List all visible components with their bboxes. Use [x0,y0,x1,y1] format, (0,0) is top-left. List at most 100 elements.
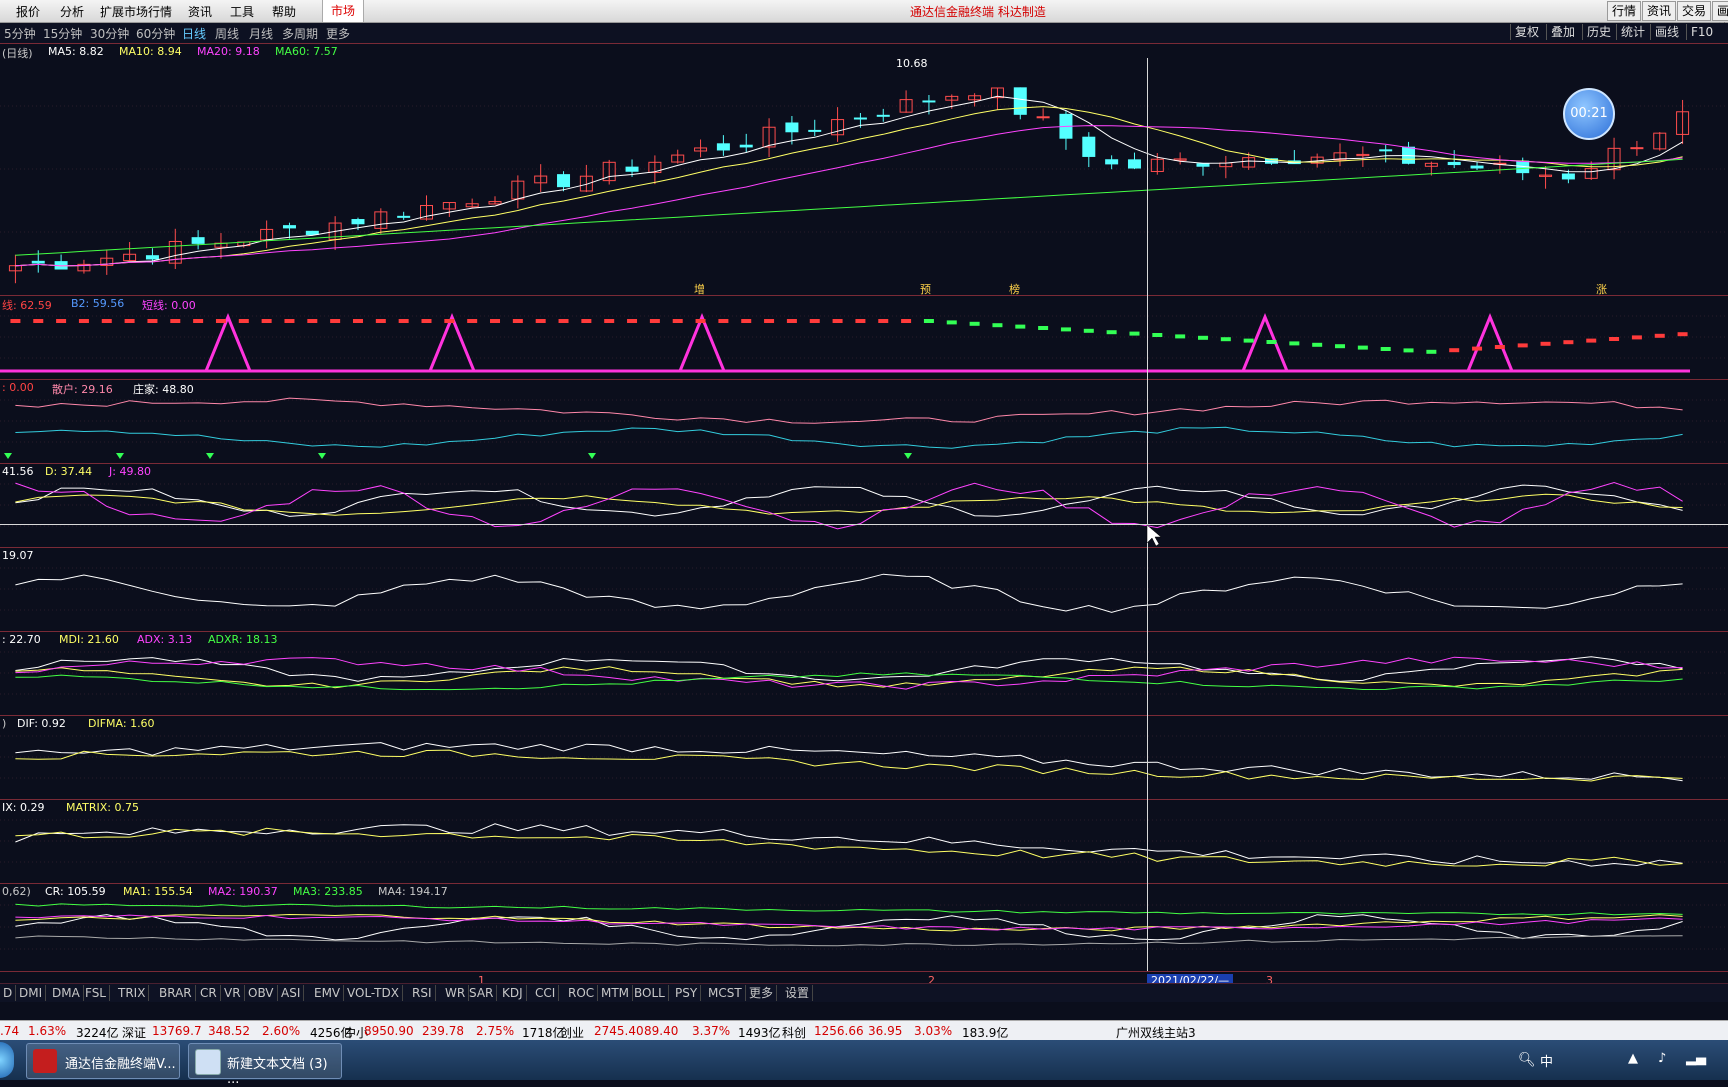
status-item: 2.60% [262,1024,301,1038]
period-tab[interactable]: 多周期 [282,25,318,42]
buy-arrow [318,453,326,459]
indicator-tab[interactable]: CR [197,985,221,1001]
period-tab[interactable]: 更多 [326,25,350,42]
menu-item[interactable]: 帮助 [272,3,296,20]
indicator-tab[interactable]: CCI [532,985,560,1001]
trix-line [15,823,1683,867]
period-right-button[interactable]: 统计 [1616,24,1649,40]
window-title: 通达信金融终端 科达制造 [910,5,1046,19]
menu-item[interactable]: 工具 [230,3,254,20]
period-right-button[interactable]: 叠加 [1546,24,1579,40]
candle-body [557,174,571,188]
ime-indicator[interactable]: 中 [1540,1051,1553,1070]
indicator-tab[interactable]: 更多 [746,985,778,1001]
trend-dash [56,319,67,323]
trend-dash [1517,343,1528,348]
menu-right-button[interactable]: 行情 [1607,1,1642,21]
period-right-button[interactable]: 历史 [1582,24,1615,40]
period-right-button[interactable]: 画线 [1650,24,1683,40]
network-icon[interactable]: ▲ [1628,1051,1638,1066]
period-right-button[interactable]: 复权 [1510,24,1543,40]
indicator-tab[interactable]: RSI [409,985,436,1001]
trend-dash [695,319,706,323]
trend-dash [1152,333,1163,337]
menu-right-button[interactable]: 画线 [1712,1,1728,36]
trend-dash [1197,335,1208,340]
menu-item[interactable]: 资讯 [188,3,212,20]
period-tab[interactable]: 60分钟 [136,25,175,42]
trend-dash [1038,326,1049,330]
trend-dash [672,319,683,323]
indicator-tab[interactable]: MCST [705,985,746,1001]
candle-body [876,114,890,117]
candle-body [1127,159,1141,169]
trend-dash [261,319,272,323]
period-tab[interactable]: 日线 [182,25,206,42]
menu-right-button[interactable]: 交易 [1677,1,1712,21]
windows-taskbar: 通达信金融终端V... 新建文本文档 (3) ... 🔍︎ 中 ▲ ♪ ▂▄ [0,1040,1728,1087]
trend-dash [1312,342,1323,347]
candle-body [1379,149,1393,152]
period-tab[interactable]: 月线 [249,25,273,42]
indicator-tab[interactable]: FSL [82,985,110,1001]
indicator-tab[interactable]: TRIX [115,985,150,1001]
indicator-tab[interactable]: MTM [598,985,634,1001]
period-right-button[interactable]: F10 [1686,24,1717,40]
indicator-tab[interactable]: PSY [672,985,702,1001]
period-tab[interactable]: 周线 [215,25,239,42]
menu-item[interactable]: 分析 [60,3,84,20]
period-tab[interactable]: 15分钟 [43,25,82,42]
taskbar-item-tdx[interactable]: 通达信金融终端V... [26,1043,180,1079]
signal-icon[interactable]: ▂▄ [1686,1051,1706,1066]
menu-right-button[interactable]: 资讯 [1642,1,1677,21]
trend-dash [1449,348,1460,353]
market-button[interactable]: 市场 [322,0,365,22]
trend-dash [238,319,249,323]
indicator-tab[interactable]: EMV [311,985,345,1001]
trend-dash [1015,324,1026,329]
indicator-tab[interactable]: VOL-TDX [344,985,403,1001]
buy-arrow [588,453,596,459]
candle-body [1082,136,1096,157]
indicator-tab[interactable]: OBV [245,985,278,1001]
tdx-app-icon [33,1049,57,1073]
buy-arrow [904,453,912,459]
menu-item[interactable]: 报价 [16,3,40,20]
trend-dash [627,319,638,323]
trend-dash [764,319,775,323]
indicator-tab[interactable]: VR [221,985,245,1001]
indicator-tab[interactable]: ASI [278,985,305,1001]
candle-body [739,144,753,148]
trend-dash [444,319,455,323]
kline-chart-area[interactable] [0,43,1728,983]
search-icon[interactable]: 🔍︎ [1518,1052,1536,1068]
volume-icon[interactable]: ♪ [1658,1051,1666,1066]
candle-body [1105,159,1119,165]
indicator-tab[interactable]: DMA [49,985,84,1001]
short-line-spike [678,313,726,372]
status-item: 创业 [560,1026,585,1040]
period-tab[interactable]: 5分钟 [4,25,36,42]
indicator-tab[interactable]: D [0,985,17,1001]
trend-dash [1289,341,1300,346]
mouse-pointer-icon [1146,524,1162,547]
status-item: 13769.7 [152,1024,202,1038]
indicator-tab[interactable]: BOLL [631,985,669,1001]
trend-dash [1403,348,1414,353]
indicator-tab[interactable]: DMI [16,985,47,1001]
recording-timer: 00:21 [1563,88,1615,140]
period-tab[interactable]: 30分钟 [90,25,129,42]
status-item: 1.63% [28,1024,67,1038]
taskbar-item-notepad[interactable]: 新建文本文档 (3) ... [188,1043,342,1087]
menu-item[interactable]: 扩展市场行情 [100,3,172,20]
indicator-tab[interactable]: 设置 [782,985,814,1001]
short-line-spike [428,313,476,372]
start-button[interactable] [0,1042,14,1078]
difma-line [15,749,1683,782]
trend-dash [1335,344,1346,349]
indicator-tab[interactable]: BRAR [156,985,196,1001]
candle-body [922,100,936,103]
indicator-tab[interactable]: SAR [466,985,498,1001]
indicator-tab[interactable]: ROC [565,985,599,1001]
indicator-tab[interactable]: KDJ [499,985,527,1001]
